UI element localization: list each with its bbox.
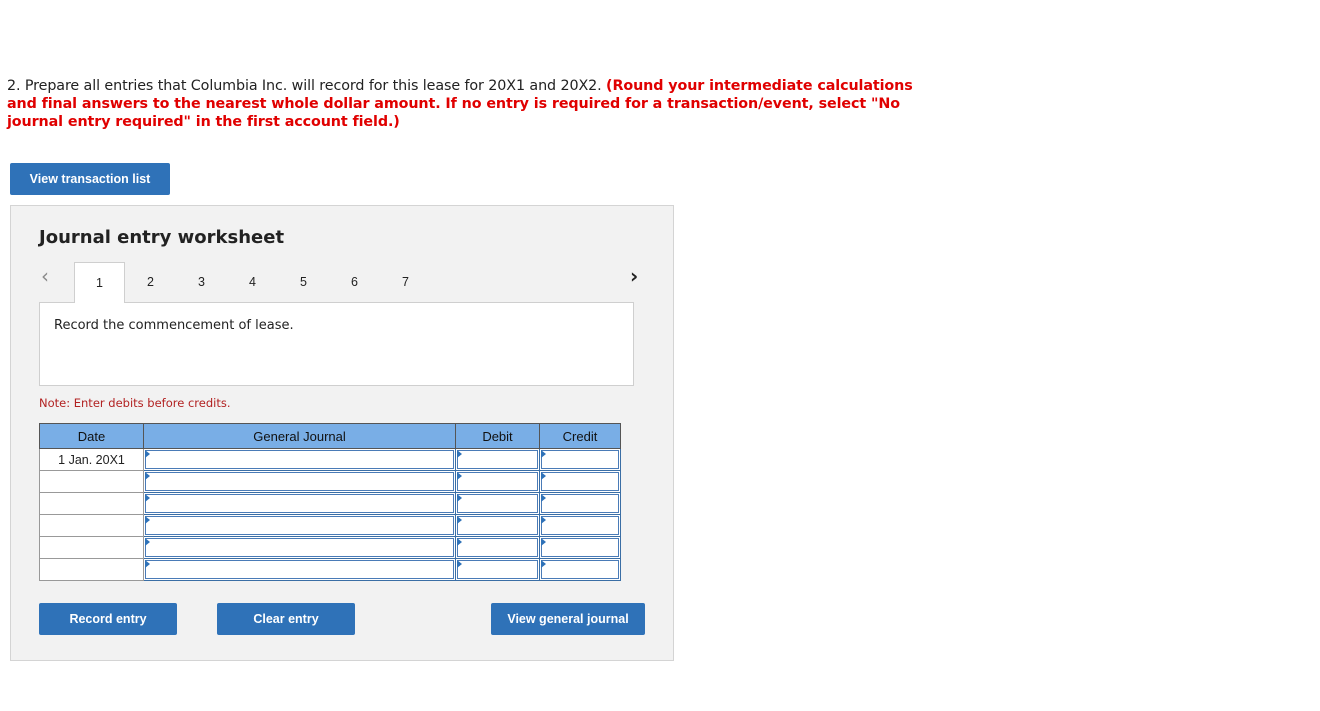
header-general-journal: General Journal [143, 423, 456, 449]
account-field[interactable] [145, 538, 454, 557]
input-marker-icon [541, 494, 546, 502]
header-credit: Credit [539, 423, 621, 449]
journal-table: Date General Journal Debit Credit 1 Jan.… [39, 423, 621, 581]
dropdown-triangle-icon [145, 538, 150, 546]
header-date: Date [39, 423, 144, 449]
table-row [39, 536, 621, 559]
input-marker-icon [457, 494, 462, 502]
input-marker-icon [457, 538, 462, 546]
table-row [39, 558, 621, 581]
credit-input[interactable] [539, 492, 621, 515]
input-marker-icon [457, 516, 462, 524]
debit-field[interactable] [457, 538, 538, 557]
credit-field[interactable] [541, 538, 619, 557]
credit-input[interactable] [539, 536, 621, 559]
debit-input[interactable] [455, 492, 540, 515]
question-prompt: 2. Prepare all entries that Columbia Inc… [7, 78, 607, 94]
table-row [39, 470, 621, 493]
input-marker-icon [457, 472, 462, 480]
credit-field[interactable] [541, 472, 619, 491]
account-select[interactable] [143, 536, 456, 559]
dropdown-triangle-icon [145, 450, 150, 458]
account-field[interactable] [145, 516, 454, 535]
account-select[interactable] [143, 558, 456, 581]
chevron-right-icon[interactable]: › [630, 266, 638, 286]
account-field[interactable] [145, 494, 454, 513]
debit-input[interactable] [455, 558, 540, 581]
dropdown-triangle-icon [145, 494, 150, 502]
journal-entry-worksheet: Journal entry worksheet ‹ 1 2 3 4 5 6 7 … [10, 205, 674, 661]
account-field[interactable] [145, 450, 454, 469]
input-marker-icon [457, 560, 462, 568]
worksheet-title: Journal entry worksheet [39, 227, 285, 248]
debit-field[interactable] [457, 450, 538, 469]
date-cell [39, 536, 144, 559]
debit-field[interactable] [457, 560, 538, 579]
dropdown-triangle-icon [145, 516, 150, 524]
view-general-journal-button[interactable]: View general journal [491, 603, 645, 635]
tab-6[interactable]: 6 [329, 262, 380, 302]
credit-field[interactable] [541, 516, 619, 535]
tab-3[interactable]: 3 [176, 262, 227, 302]
transaction-description: Record the commencement of lease. [54, 318, 294, 333]
input-marker-icon [541, 538, 546, 546]
date-cell [39, 514, 144, 537]
credit-field[interactable] [541, 560, 619, 579]
input-marker-icon [541, 450, 546, 458]
debit-field[interactable] [457, 516, 538, 535]
dropdown-triangle-icon [145, 560, 150, 568]
tab-2[interactable]: 2 [125, 262, 176, 302]
credit-input[interactable] [539, 558, 621, 581]
transaction-tabs: 1 2 3 4 5 6 7 [74, 262, 431, 303]
date-cell [39, 558, 144, 581]
input-marker-icon [541, 516, 546, 524]
input-marker-icon [457, 450, 462, 458]
header-debit: Debit [455, 423, 540, 449]
account-select[interactable] [143, 514, 456, 537]
debit-input[interactable] [455, 536, 540, 559]
table-row: 1 Jan. 20X1 [39, 448, 621, 471]
account-select[interactable] [143, 470, 456, 493]
credit-input[interactable] [539, 514, 621, 537]
debit-input[interactable] [455, 448, 540, 471]
view-transaction-list-button[interactable]: View transaction list [10, 163, 170, 195]
account-select[interactable] [143, 448, 456, 471]
tab-7[interactable]: 7 [380, 262, 431, 302]
date-cell [39, 470, 144, 493]
account-field[interactable] [145, 560, 454, 579]
table-row [39, 514, 621, 537]
debit-credit-note: Note: Enter debits before credits. [39, 396, 231, 410]
input-marker-icon [541, 472, 546, 480]
debit-field[interactable] [457, 494, 538, 513]
debit-field[interactable] [457, 472, 538, 491]
chevron-left-icon[interactable]: ‹ [41, 266, 49, 286]
clear-entry-button[interactable]: Clear entry [217, 603, 355, 635]
date-cell [39, 492, 144, 515]
credit-input[interactable] [539, 470, 621, 493]
debit-input[interactable] [455, 470, 540, 493]
credit-field[interactable] [541, 450, 619, 469]
tab-5[interactable]: 5 [278, 262, 329, 302]
tab-4[interactable]: 4 [227, 262, 278, 302]
journal-header-row: Date General Journal Debit Credit [39, 423, 621, 449]
input-marker-icon [541, 560, 546, 568]
question-text: 2. Prepare all entries that Columbia Inc… [7, 77, 947, 131]
debit-input[interactable] [455, 514, 540, 537]
record-entry-button[interactable]: Record entry [39, 603, 177, 635]
transaction-description-box: Record the commencement of lease. [39, 302, 634, 386]
credit-field[interactable] [541, 494, 619, 513]
tab-1[interactable]: 1 [74, 262, 125, 303]
account-select[interactable] [143, 492, 456, 515]
date-cell: 1 Jan. 20X1 [39, 448, 144, 471]
table-row [39, 492, 621, 515]
account-field[interactable] [145, 472, 454, 491]
dropdown-triangle-icon [145, 472, 150, 480]
credit-input[interactable] [539, 448, 621, 471]
